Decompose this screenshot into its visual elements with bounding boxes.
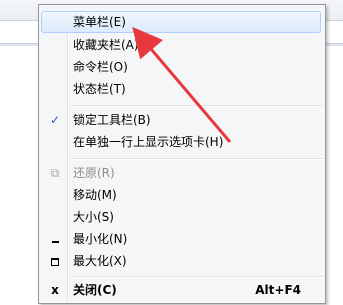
menu-item-label: 命令栏(O) xyxy=(73,60,128,74)
menu-item-restore: ⧉ 还原(R) xyxy=(41,162,321,184)
menu-item-label: 锁定工具栏(B) xyxy=(73,113,151,127)
menu-item-label: 状态栏(T) xyxy=(73,82,126,96)
minimize-icon xyxy=(45,228,65,250)
menu-separator xyxy=(71,276,323,278)
restore-icon: ⧉ xyxy=(50,166,60,180)
menu-item-lock-toolbars[interactable]: ✓ 锁定工具栏(B) xyxy=(41,109,321,131)
menu-item-move[interactable]: 移动(M) xyxy=(41,184,321,206)
menu-item-command-bar[interactable]: 命令栏(O) xyxy=(41,56,321,78)
menu-item-favorites-bar[interactable]: 收藏夹栏(A) xyxy=(41,34,321,56)
menu-item-label: 关闭(C) xyxy=(73,283,117,297)
close-icon: x xyxy=(51,283,59,297)
address-bar-fragment xyxy=(0,20,40,44)
menu-item-size[interactable]: 大小(S) xyxy=(41,206,321,228)
menu-item-label: 在单独一行上显示选项卡(H) xyxy=(73,135,224,149)
menu-item-tabs-separate-row[interactable]: 在单独一行上显示选项卡(H) xyxy=(41,131,321,153)
menu-separator xyxy=(71,158,323,160)
menu-separator xyxy=(71,105,323,107)
toolbar-fragment xyxy=(325,20,343,44)
menu-item-close[interactable]: x 关闭(C) Alt+F4 xyxy=(41,279,321,301)
context-menu: 菜单栏(E) 收藏夹栏(A) 命令栏(O) 状态栏(T) ✓ 锁定工具栏(B) … xyxy=(38,4,326,304)
menu-item-menubar[interactable]: 菜单栏(E) xyxy=(41,11,321,33)
menu-item-label: 菜单栏(E) xyxy=(73,15,126,29)
menu-item-label: 移动(M) xyxy=(73,188,117,202)
menu-item-label: 大小(S) xyxy=(73,210,114,224)
menu-item-status-bar[interactable]: 状态栏(T) xyxy=(41,78,321,100)
menu-item-label: 最大化(X) xyxy=(73,254,127,268)
menu-item-minimize[interactable]: 最小化(N) xyxy=(41,228,321,250)
menu-item-label: 收藏夹栏(A) xyxy=(73,38,139,52)
menu-item-label: 还原(R) xyxy=(73,166,115,180)
menu-item-maximize[interactable]: 最大化(X) xyxy=(41,250,321,272)
checkmark-icon: ✓ xyxy=(49,113,61,127)
menu-item-shortcut: Alt+F4 xyxy=(255,283,301,297)
menu-item-label: 最小化(N) xyxy=(73,232,128,246)
maximize-icon xyxy=(45,250,65,272)
